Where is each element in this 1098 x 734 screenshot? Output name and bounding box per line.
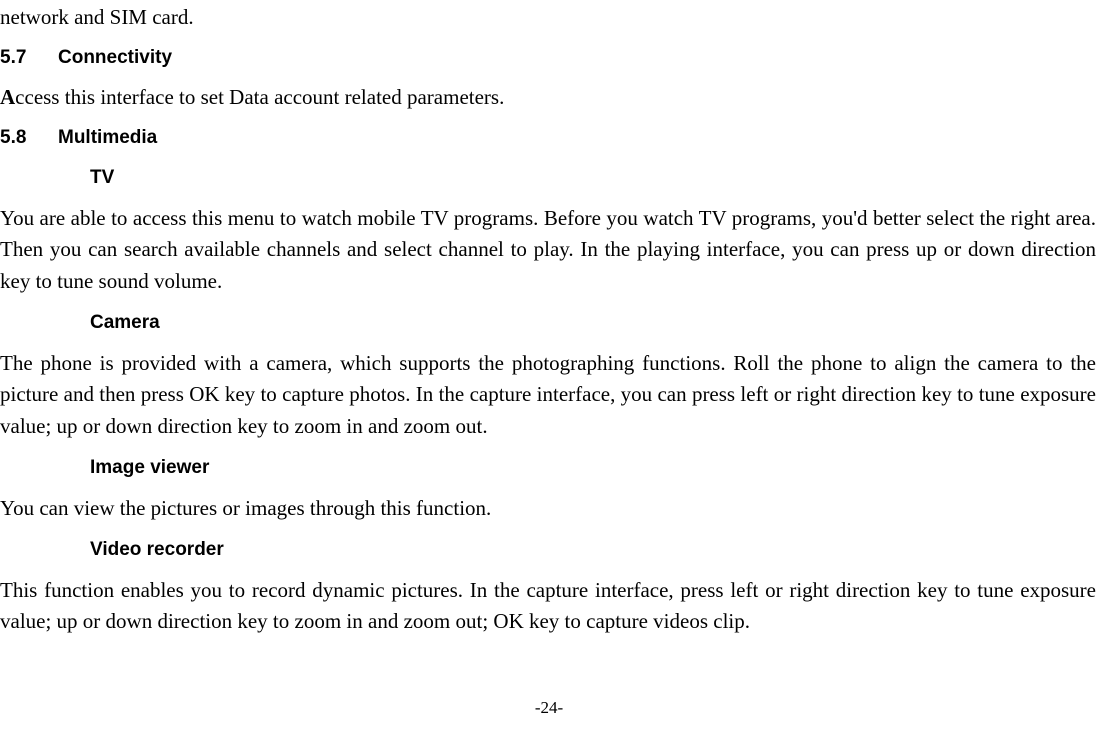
para-camera: The phone is provided with a camera, whi… [0, 348, 1096, 443]
heading-title: Connectivity [58, 47, 172, 68]
subheading-tv: TV [90, 164, 1096, 193]
bold-letter: A [0, 85, 15, 109]
page-number: -24- [0, 695, 1098, 721]
para-video-recorder: This function enables you to record dyna… [0, 575, 1096, 638]
para-image-viewer: You can view the pictures or images thro… [0, 493, 1096, 525]
subheading-image-viewer: Image viewer [90, 454, 1096, 483]
para-connectivity-text: ccess this interface to set Data account… [15, 85, 504, 109]
fragment-top-line: network and SIM card. [0, 2, 1096, 34]
heading-multimedia: 5.8Multimedia [0, 124, 1096, 153]
subheading-camera: Camera [90, 309, 1096, 338]
subheading-video-recorder: Video recorder [90, 536, 1096, 565]
para-tv: You are able to access this menu to watc… [0, 203, 1096, 298]
para-connectivity: Access this interface to set Data accoun… [0, 82, 1096, 114]
heading-title: Multimedia [58, 127, 157, 148]
heading-number: 5.7 [0, 44, 58, 73]
heading-number: 5.8 [0, 124, 58, 153]
heading-connectivity: 5.7Connectivity [0, 44, 1096, 73]
